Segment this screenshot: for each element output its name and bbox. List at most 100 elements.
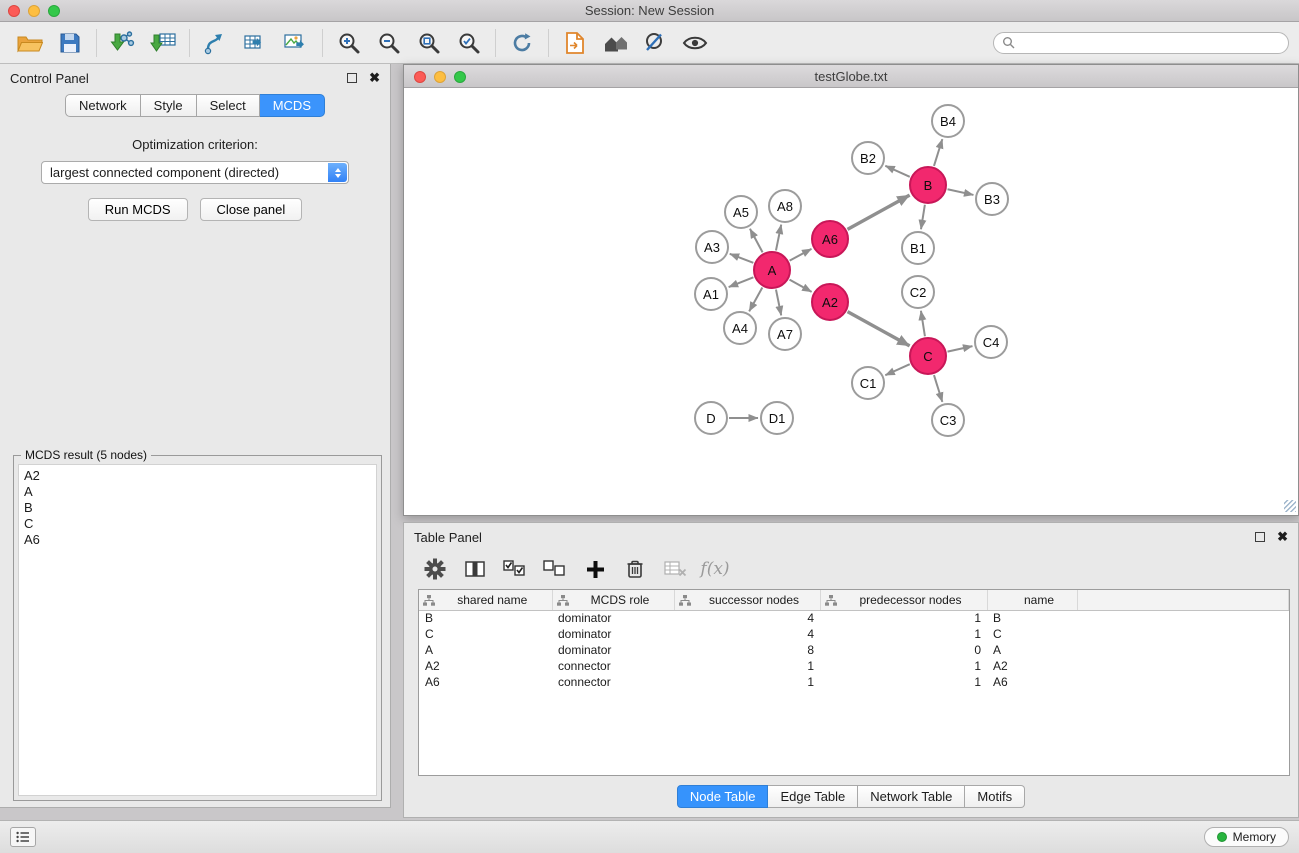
graph-node-A7[interactable]: A7: [768, 317, 802, 351]
select-all-button[interactable]: [502, 557, 528, 581]
tab-style[interactable]: Style: [141, 94, 197, 117]
optimization-criterion-dropdown[interactable]: largest connected component (directed): [41, 161, 349, 184]
run-mcds-button[interactable]: Run MCDS: [88, 198, 188, 221]
graph-edge-C-C4[interactable]: [948, 346, 973, 352]
close-panel-button[interactable]: Close panel: [200, 198, 303, 221]
delete-table-button[interactable]: [662, 557, 688, 581]
add-column-button[interactable]: [582, 557, 608, 581]
graph-edge-B-B3[interactable]: [948, 189, 974, 195]
zoom-selected-button[interactable]: [449, 26, 489, 60]
graph-node-A8[interactable]: A8: [768, 189, 802, 223]
float-table-panel-icon[interactable]: [1255, 532, 1265, 542]
clone-network-button[interactable]: [196, 26, 236, 60]
function-builder-button[interactable]: f(x): [702, 557, 728, 581]
tab-node-table[interactable]: Node Table: [677, 785, 769, 808]
graph-edge-C-C2[interactable]: [921, 311, 925, 336]
zoom-out-button[interactable]: [369, 26, 409, 60]
graph-node-A4[interactable]: A4: [723, 311, 757, 345]
column-header-name[interactable]: name: [987, 590, 1077, 610]
column-header-predecessor-nodes[interactable]: predecessor nodes: [820, 590, 987, 610]
column-header-mcds-role[interactable]: MCDS role: [552, 590, 674, 610]
graph-edge-A-A3[interactable]: [730, 254, 754, 263]
show-columns-button[interactable]: [462, 557, 488, 581]
graph-node-B2[interactable]: B2: [851, 141, 885, 175]
column-header-shared-name[interactable]: shared name: [419, 590, 552, 610]
eye-button[interactable]: [675, 26, 715, 60]
graph-edge-C-C1[interactable]: [885, 364, 909, 375]
list-item[interactable]: A6: [24, 532, 371, 548]
import-network-button[interactable]: [103, 26, 143, 60]
table-settings-button[interactable]: [422, 557, 448, 581]
graph-node-A2[interactable]: A2: [811, 283, 849, 321]
graph-edge-A-A4[interactable]: [749, 288, 762, 312]
float-panel-icon[interactable]: [347, 73, 357, 83]
open-session-button[interactable]: [10, 26, 50, 60]
delete-column-button[interactable]: [622, 557, 648, 581]
snapshot-button[interactable]: [555, 26, 595, 60]
network-canvas[interactable]: B4B2BB3A5A8A6B1A3AA2C2A1A4A7C4CC1C3DD1: [404, 88, 1298, 514]
graph-node-A6[interactable]: A6: [811, 220, 849, 258]
tab-network-table[interactable]: Network Table: [858, 785, 965, 808]
deselect-all-button[interactable]: [542, 557, 568, 581]
tab-motifs[interactable]: Motifs: [965, 785, 1025, 808]
tab-edge-table[interactable]: Edge Table: [768, 785, 858, 808]
graph-node-B3[interactable]: B3: [975, 182, 1009, 216]
list-item[interactable]: A2: [24, 468, 371, 484]
graph-edge-A-A1[interactable]: [729, 277, 754, 287]
graph-edge-C-C3[interactable]: [934, 375, 942, 402]
list-item[interactable]: C: [24, 516, 371, 532]
tab-network[interactable]: Network: [65, 94, 141, 117]
minimize-window-button[interactable]: [28, 5, 40, 17]
graph-node-A5[interactable]: A5: [724, 195, 758, 229]
zoom-in-button[interactable]: [329, 26, 369, 60]
graph-node-D1[interactable]: D1: [760, 401, 794, 435]
zoom-fit-button[interactable]: [409, 26, 449, 60]
network-minimize-button[interactable]: [434, 71, 446, 83]
graph-node-B4[interactable]: B4: [931, 104, 965, 138]
birdseye-button[interactable]: [595, 26, 635, 60]
import-table-button[interactable]: [143, 26, 183, 60]
search-input[interactable]: [1020, 36, 1280, 50]
graph-edge-B-B2[interactable]: [885, 166, 909, 177]
graph-node-C1[interactable]: C1: [851, 366, 885, 400]
close-panel-icon[interactable]: ✖: [369, 73, 380, 83]
graph-node-B[interactable]: B: [909, 166, 947, 204]
graph-edge-A-A2[interactable]: [790, 280, 812, 292]
graph-node-C[interactable]: C: [909, 337, 947, 375]
graph-edge-A6-B[interactable]: [848, 195, 910, 229]
graph-node-D[interactable]: D: [694, 401, 728, 435]
close-table-panel-icon[interactable]: ✖: [1277, 532, 1288, 542]
graph-edge-B-B4[interactable]: [934, 139, 942, 166]
graph-node-A1[interactable]: A1: [694, 277, 728, 311]
close-window-button[interactable]: [8, 5, 20, 17]
network-close-button[interactable]: [414, 71, 426, 83]
memory-button[interactable]: Memory: [1204, 827, 1289, 847]
save-session-button[interactable]: [50, 26, 90, 60]
graph-edge-A-A5[interactable]: [750, 229, 763, 253]
network-zoom-button[interactable]: [454, 71, 466, 83]
column-header-successor-nodes[interactable]: successor nodes: [674, 590, 820, 610]
zoom-window-button[interactable]: [48, 5, 60, 17]
tab-select[interactable]: Select: [197, 94, 260, 117]
graph-edge-A2-C[interactable]: [848, 312, 910, 346]
resize-grip[interactable]: [1284, 500, 1296, 512]
graph-node-C4[interactable]: C4: [974, 325, 1008, 359]
graph-node-A3[interactable]: A3: [695, 230, 729, 264]
refresh-button[interactable]: [502, 26, 542, 60]
graph-edge-B-B1[interactable]: [921, 205, 925, 229]
table-row[interactable]: A2 connector 1 1 A2: [419, 658, 1289, 674]
graph-edge-A-A7[interactable]: [776, 290, 781, 316]
graph-node-B1[interactable]: B1: [901, 231, 935, 265]
graph-node-C3[interactable]: C3: [931, 403, 965, 437]
export-table-button[interactable]: [236, 26, 276, 60]
table-row[interactable]: C dominator 4 1 C: [419, 626, 1289, 642]
table-row[interactable]: B dominator 4 1 B: [419, 610, 1289, 626]
export-image-button[interactable]: [276, 26, 316, 60]
list-item[interactable]: A: [24, 484, 371, 500]
graph-edge-A-A6[interactable]: [790, 249, 812, 261]
show-log-button[interactable]: [10, 827, 36, 847]
tab-mcds[interactable]: MCDS: [260, 94, 325, 117]
table-row[interactable]: A6 connector 1 1 A6: [419, 674, 1289, 690]
table-row[interactable]: A dominator 8 0 A: [419, 642, 1289, 658]
graph-node-C2[interactable]: C2: [901, 275, 935, 309]
